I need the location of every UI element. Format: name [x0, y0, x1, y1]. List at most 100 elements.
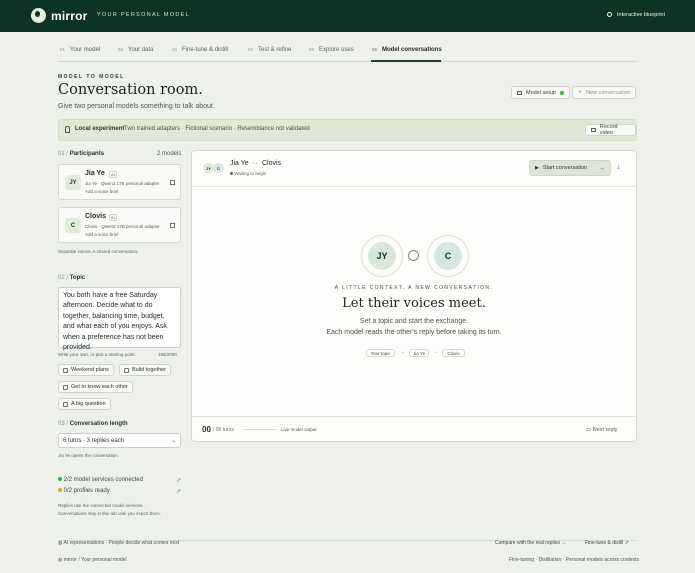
- room-header: JY C Jia Ye ··· Clovis Waiting to begin …: [192, 151, 636, 187]
- start-conversation-label: Start conversation: [542, 165, 588, 171]
- fine-tune-label: Fine-tune & distill: [585, 540, 624, 546]
- participant-name: Jia Ye: [85, 170, 105, 177]
- topic-counter: 166/2000: [158, 352, 177, 357]
- video-icon: [591, 128, 596, 132]
- new-conversation-label: New conversation: [586, 89, 630, 96]
- fine-tune-link[interactable]: Fine-tune & distill ↗: [585, 540, 629, 546]
- room-title: Let their voices meet.: [342, 296, 486, 311]
- tab-explore-uses[interactable]: 05 Explore uses: [309, 47, 354, 53]
- chip-get-to-know[interactable]: Get to know each other: [58, 381, 133, 393]
- mirror-logo-icon[interactable]: [31, 8, 46, 23]
- participant-card-clovis[interactable]: C Clovis AI Clovis · Qwen3 17B personal …: [58, 207, 181, 243]
- tab-label: Your data: [128, 47, 154, 53]
- tab-your-data[interactable]: 02 Your data: [118, 47, 153, 53]
- local-experiment-text: Two trained adapters · Fictional scenari…: [124, 126, 310, 132]
- participant-card-jia-ye[interactable]: JY Jia Ye AI Jia Ye · Qwen3 17B personal…: [58, 164, 181, 200]
- turns-total: / 06 turns: [213, 427, 234, 433]
- section-title: Conversation length: [69, 421, 128, 427]
- tab-number: 06: [372, 47, 378, 52]
- status-dot-icon: [230, 172, 233, 175]
- breadcrumb-item[interactable]: mirror: [64, 557, 77, 563]
- arrow-right-icon: →: [433, 349, 438, 355]
- next-reply-button[interactable]: ▭ Next reply: [586, 427, 618, 433]
- room-separator: ···: [251, 160, 258, 167]
- local-experiment-banner: Local experiment Two trained adapters · …: [58, 119, 637, 141]
- compare-label: Compare with the real replies: [495, 540, 561, 546]
- chip-build-together[interactable]: Build together: [119, 364, 171, 376]
- ai-badge: AI: [109, 214, 117, 221]
- play-icon: ▶: [535, 165, 539, 171]
- brand-icon: ◍: [58, 557, 63, 563]
- model-setup-label: Model setup: [526, 89, 556, 96]
- tab-number: 03: [172, 47, 178, 52]
- chip-label: Get to know each other: [71, 384, 128, 390]
- plus-icon: +: [578, 89, 583, 96]
- room-participant-1: Jia Ye: [230, 160, 249, 167]
- add-voice-brief-link[interactable]: Add a voice brief: [85, 232, 119, 237]
- tab-test-refine[interactable]: 04 Test & refine: [248, 47, 291, 53]
- add-voice-brief-link[interactable]: Add a voice brief: [85, 189, 119, 194]
- info-icon: ◍: [58, 540, 63, 546]
- interactive-blueprint-link[interactable]: Interactive blueprint: [607, 12, 665, 18]
- arrow-right-icon: →: [599, 165, 606, 171]
- length-select-value: 6 turns · 3 replies each: [63, 438, 125, 444]
- page-eyebrow: MODEL TO MODEL: [58, 74, 125, 80]
- turns-count: 00: [202, 425, 211, 434]
- external-link-icon[interactable]: ↗: [176, 488, 181, 495]
- flow-token: Your topic: [366, 349, 395, 357]
- tab-model-conversations[interactable]: 06 Model conversations: [372, 47, 442, 53]
- avatar-small: C: [213, 163, 224, 173]
- length-opener: Jia Ye opens the conversation.: [58, 453, 120, 458]
- compare-link[interactable]: Compare with the real replies →: [495, 540, 566, 546]
- blueprint-icon: [607, 12, 612, 17]
- topic-textarea[interactable]: You both have a free Saturday afternoon.…: [58, 287, 181, 351]
- section-title: Topic: [69, 275, 86, 281]
- participants-heading: 01 / Participants: [58, 151, 104, 157]
- tab-fine-tune[interactable]: 03 Fine-tune & distill: [172, 47, 228, 53]
- tab-label: Your model: [70, 47, 101, 53]
- local-experiment-label: Local experiment: [75, 126, 125, 132]
- record-video-button[interactable]: Record video: [585, 124, 636, 136]
- start-conversation-button[interactable]: ▶ Start conversation →: [529, 160, 611, 176]
- brand-name[interactable]: mirror: [51, 9, 88, 23]
- brand-tagline: YOUR PERSONAL MODEL: [97, 12, 190, 18]
- length-heading: 03 / Conversation length: [58, 421, 128, 427]
- question-icon: [63, 401, 68, 407]
- external-link-icon[interactable]: ↗: [176, 477, 181, 484]
- breadcrumb: ◍ mirror / Your personal model: [58, 557, 127, 563]
- participant-name: Clovis: [85, 213, 107, 220]
- participant-meta: Clovis · Qwen3 17B personal adapter: [85, 224, 160, 229]
- delete-icon[interactable]: [170, 180, 175, 185]
- section-number: 02 /: [58, 275, 69, 281]
- status-dot-icon: [559, 90, 564, 95]
- room-desc-2: Each model reads the other's reply befor…: [326, 329, 502, 336]
- profiles-status-text: 0/2 profiles ready: [63, 488, 110, 494]
- model-setup-button[interactable]: Model setup: [511, 86, 570, 99]
- chip-label: A big question: [71, 401, 106, 407]
- tab-label: Test & refine: [258, 47, 292, 53]
- conversation-room: JY C Jia Ye ··· Clovis Waiting to begin …: [191, 150, 637, 442]
- download-icon[interactable]: ⤓: [617, 164, 620, 171]
- big-avatar-jy: JY: [368, 242, 396, 270]
- tab-your-model[interactable]: 01 Your model: [60, 47, 100, 53]
- participants-note: Separate voices. A shared conversation.: [58, 249, 139, 254]
- disclaimer: ◍ AI representations · People decide wha…: [58, 540, 179, 546]
- new-conversation-button[interactable]: + New conversation: [572, 86, 636, 99]
- chat-bubble-icon: [408, 250, 419, 261]
- topic-heading: 02 / Topic: [58, 275, 85, 281]
- chip-big-question[interactable]: A big question: [58, 398, 111, 410]
- delete-icon[interactable]: [170, 223, 175, 228]
- chip-label: Build together: [132, 367, 166, 373]
- tab-number: 01: [60, 47, 66, 52]
- flow-token: Clovis: [442, 349, 465, 357]
- page-subtitle: Give two personal models something to ta…: [58, 103, 215, 110]
- ai-badge: AI: [109, 171, 117, 178]
- breadcrumb-item[interactable]: Your personal model: [81, 557, 127, 563]
- length-select[interactable]: 6 turns · 3 replies each ⌄: [58, 433, 181, 448]
- participants-count: 2 models: [157, 151, 182, 157]
- participant-meta: Jia Ye · Qwen3 17B personal adapter: [85, 181, 160, 186]
- room-status: Waiting to begin: [230, 171, 266, 176]
- chip-label: Weekend plans: [71, 367, 109, 373]
- pending-dot-icon: [58, 488, 62, 492]
- chip-weekend-plans[interactable]: Weekend plans: [58, 364, 114, 376]
